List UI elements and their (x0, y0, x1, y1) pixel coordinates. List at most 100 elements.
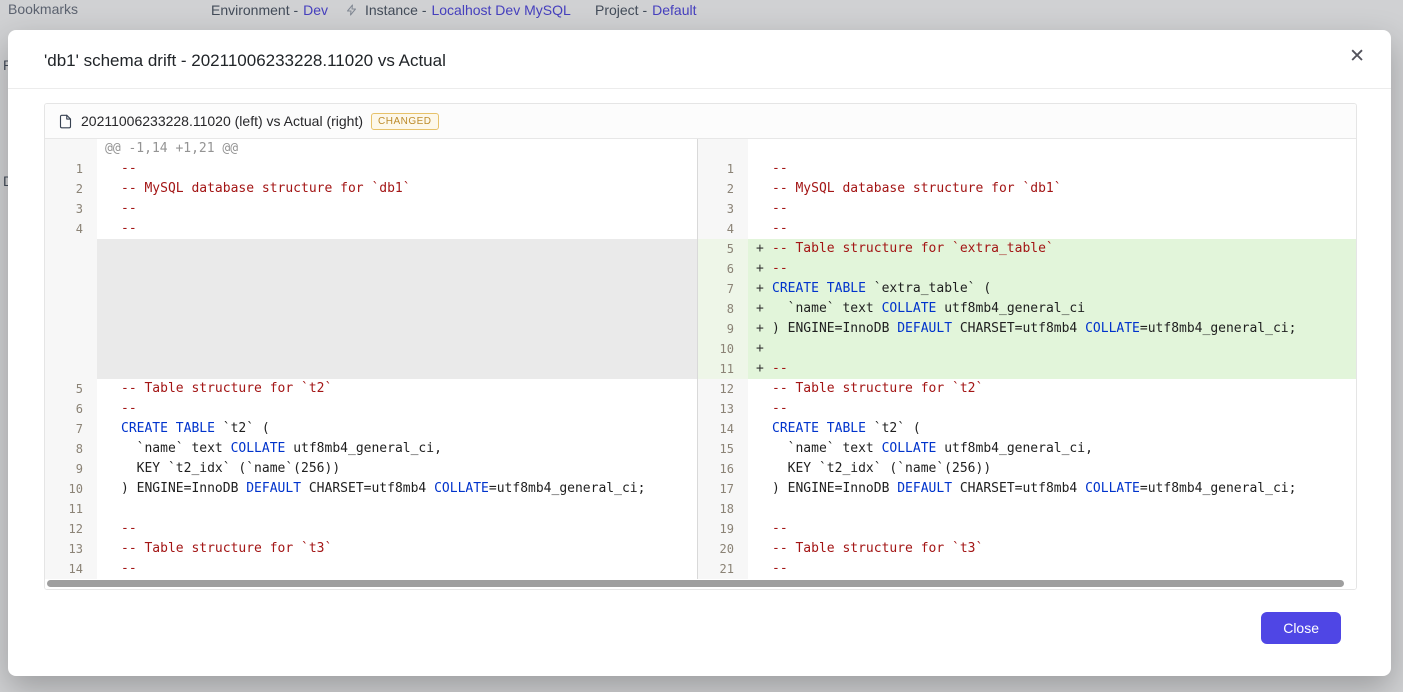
diff-line: 19 -- (698, 519, 1356, 539)
diff-line: 13 -- Table structure for `t3` (45, 539, 697, 559)
line-number: 16 (698, 459, 748, 479)
code-line: -- Table structure for `t2` (121, 381, 333, 396)
diff-line: 9 +) ENGINE=InnoDB DEFAULT CHARSET=utf8mb… (698, 319, 1356, 339)
diff-line (45, 319, 697, 339)
document-icon (58, 114, 73, 129)
diff-left-pane: @@ -1,14 +1,21 @@ 1 -- 2 -- MySQL database s… (45, 139, 698, 579)
diff-line: 14 CREATE TABLE `t2` ( (698, 419, 1356, 439)
line-number: 18 (698, 499, 748, 519)
code-line: -- (772, 521, 788, 536)
added-line-marker: + (756, 281, 764, 296)
added-line-marker: + (756, 321, 764, 336)
scrollbar-thumb[interactable] (47, 580, 1344, 587)
code-line: KEY `t2_idx` (`name`(256)) (121, 461, 341, 476)
line-number (45, 259, 97, 279)
line-number: 9 (698, 319, 748, 339)
line-number: 21 (698, 559, 748, 579)
line-number (45, 299, 97, 319)
code-line: + (748, 339, 1356, 359)
line-number: 2 (45, 179, 97, 199)
code-line: -- (121, 161, 137, 176)
line-number: 9 (45, 459, 97, 479)
diff-line: 11 (45, 499, 697, 519)
diff-line: 1 -- (45, 159, 697, 179)
line-number: 12 (698, 379, 748, 399)
diff-line: 14 -- (45, 559, 697, 579)
diff-line: 6 -- (45, 399, 697, 419)
code-line: `name` text COLLATE utf8mb4_general_ci, (121, 441, 442, 456)
diff-line (45, 259, 697, 279)
line-number: 20 (698, 539, 748, 559)
added-line-marker: + (756, 341, 764, 356)
line-number (45, 359, 97, 379)
code-line: + CREATE TABLE `extra_table` ( (748, 279, 1356, 299)
diff-title: 20211006233228.11020 (left) vs Actual (r… (81, 113, 364, 129)
diff-line: 2 -- MySQL database structure for `db1` (45, 179, 697, 199)
diff-line: 12 -- (45, 519, 697, 539)
diff-line: 5 -- Table structure for `t2` (45, 379, 697, 399)
added-line-marker: + (756, 361, 764, 376)
line-number: 13 (698, 399, 748, 419)
code-line: +) ENGINE=InnoDB DEFAULT CHARSET=utf8mb4… (748, 319, 1356, 339)
diff-line (45, 279, 697, 299)
code-line: -- (772, 161, 788, 176)
modal-footer: Close (1261, 612, 1341, 644)
line-number: 7 (698, 279, 748, 299)
code-line: + -- (748, 359, 1356, 379)
line-number: 1 (698, 159, 748, 179)
line-number: 10 (698, 339, 748, 359)
close-icon[interactable]: ✕ (1349, 47, 1365, 66)
added-line-marker: + (756, 241, 764, 256)
line-number: 14 (45, 559, 97, 579)
diff-line: 5 + -- Table structure for `extra_table` (698, 239, 1356, 259)
line-number: 3 (45, 199, 97, 219)
diff-line: 21 -- (698, 559, 1356, 579)
added-line-marker: + (756, 301, 764, 316)
line-number: 4 (45, 219, 97, 239)
line-number (45, 139, 97, 159)
code-line: -- (121, 201, 137, 216)
diff-line: 4 -- (698, 219, 1356, 239)
close-button[interactable]: Close (1261, 612, 1341, 644)
line-number: 3 (698, 199, 748, 219)
code-line (97, 319, 697, 339)
code-line: ) ENGINE=InnoDB DEFAULT CHARSET=utf8mb4 … (121, 481, 646, 496)
line-number (45, 279, 97, 299)
line-number: 12 (45, 519, 97, 539)
line-number (45, 239, 97, 259)
line-number: 5 (698, 239, 748, 259)
line-number: 13 (45, 539, 97, 559)
diff-line: 4 -- (45, 219, 697, 239)
diff-line: 6 + -- (698, 259, 1356, 279)
diff-line: 1 -- (698, 159, 1356, 179)
code-line (97, 339, 697, 359)
line-number: 2 (698, 179, 748, 199)
code-line: -- (121, 521, 137, 536)
horizontal-scrollbar (45, 579, 1356, 589)
code-line: -- (772, 401, 788, 416)
diff-line: 20 -- Table structure for `t3` (698, 539, 1356, 559)
line-number: 8 (45, 439, 97, 459)
code-line: -- MySQL database structure for `db1` (121, 181, 411, 196)
code-line (97, 359, 697, 379)
line-number: 11 (45, 499, 97, 519)
code-line: -- (772, 221, 788, 236)
code-line: -- Table structure for `t3` (121, 541, 333, 556)
code-line: CREATE TABLE `t2` ( (772, 421, 921, 436)
line-number (45, 339, 97, 359)
diff-line: @@ -1,14 +1,21 @@ (45, 139, 697, 159)
line-number: 10 (45, 479, 97, 499)
modal-title: 'db1' schema drift - 20211006233228.1102… (44, 51, 446, 70)
modal-header: 'db1' schema drift - 20211006233228.1102… (8, 30, 1391, 89)
code-line: -- MySQL database structure for `db1` (772, 181, 1062, 196)
diff-body: @@ -1,14 +1,21 @@ 1 -- 2 -- MySQL database s… (45, 139, 1356, 579)
line-number (45, 319, 97, 339)
diff-line: 3 -- (45, 199, 697, 219)
line-number: 5 (45, 379, 97, 399)
code-line: @@ -1,14 +1,21 @@ (105, 141, 239, 156)
line-number: 4 (698, 219, 748, 239)
code-line: -- (772, 201, 788, 216)
diff-line: 10 + (698, 339, 1356, 359)
code-line: + `name` text COLLATE utf8mb4_general_ci (748, 299, 1356, 319)
